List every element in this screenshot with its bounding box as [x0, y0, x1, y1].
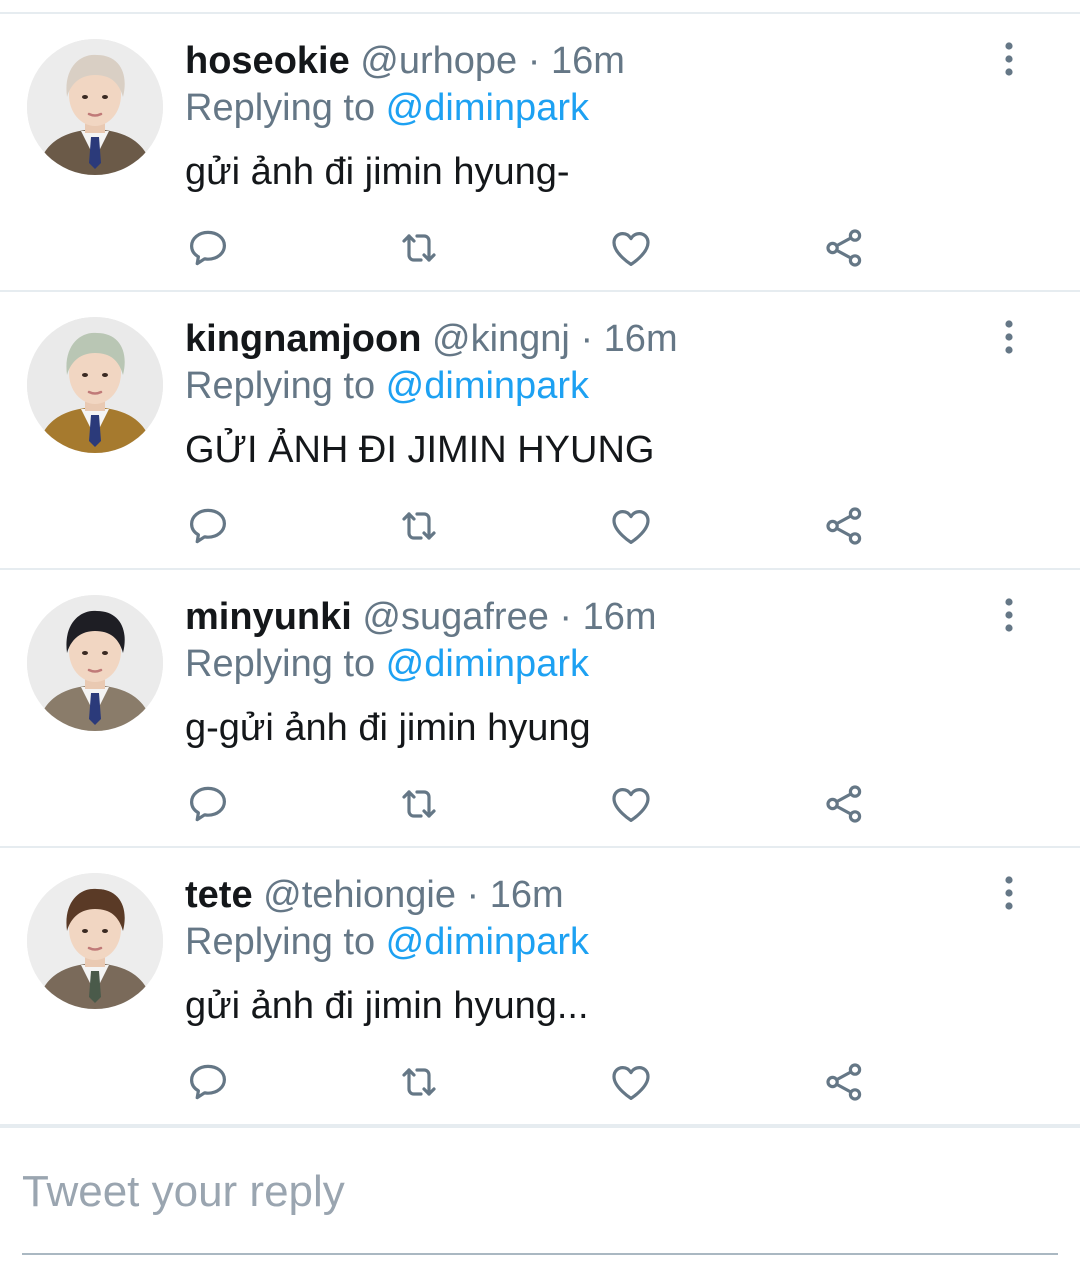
user-handle[interactable]: @sugafree — [362, 596, 548, 638]
display-name[interactable]: tete — [185, 874, 253, 916]
tweet-text: gửi ảnh đi jimin hyung- — [185, 151, 570, 193]
tweet-reply-input[interactable] — [22, 1164, 1058, 1220]
reply-button[interactable] — [184, 502, 232, 550]
retweet-button[interactable] — [395, 502, 443, 550]
tweet-timestamp: 16m — [582, 596, 657, 638]
more-vertical-icon — [1004, 319, 1014, 359]
avatar[interactable] — [27, 317, 163, 453]
separator-dot: · — [466, 874, 480, 916]
share-button[interactable] — [820, 502, 868, 550]
heart-icon — [607, 502, 655, 550]
reply-icon — [184, 780, 232, 828]
tweet-item[interactable]: hoseokie @urhope · 16m Replying to @dimi… — [0, 14, 1080, 292]
user-handle[interactable]: @tehiongie — [263, 874, 456, 916]
share-button[interactable] — [820, 224, 868, 272]
like-button[interactable] — [607, 780, 655, 828]
retweet-button[interactable] — [395, 224, 443, 272]
replying-to-line: Replying to @diminpark — [185, 87, 589, 129]
tweet-item[interactable]: tete @tehiongie · 16m Replying to @dimin… — [0, 848, 1080, 1126]
more-vertical-icon — [1004, 41, 1014, 81]
reply-icon — [184, 1058, 232, 1106]
avatar[interactable] — [27, 39, 163, 175]
retweet-button[interactable] — [395, 1058, 443, 1106]
separator-dot: · — [559, 596, 573, 638]
reply-button[interactable] — [184, 780, 232, 828]
replying-to-label: Replying to — [185, 643, 386, 685]
reply-composer — [0, 1126, 1080, 1261]
share-icon — [820, 780, 868, 828]
tweet-item[interactable]: minyunki @sugafree · 16m Replying to @di… — [0, 570, 1080, 848]
more-vertical-icon — [1004, 597, 1014, 637]
share-icon — [820, 224, 868, 272]
tweet-header: hoseokie @urhope · 16m — [185, 40, 625, 82]
display-name[interactable]: minyunki — [185, 596, 352, 638]
tweet-item[interactable]: kingnamjoon @kingnj · 16m Replying to @d… — [0, 292, 1080, 570]
more-options-button[interactable] — [990, 41, 1028, 81]
tweet-timestamp: 16m — [489, 874, 564, 916]
replying-to-mention[interactable]: @diminpark — [386, 921, 589, 963]
reply-icon — [184, 502, 232, 550]
reply-button[interactable] — [184, 1058, 232, 1106]
retweet-icon — [395, 1058, 443, 1106]
heart-icon — [607, 780, 655, 828]
tweet-text: gửi ảnh đi jimin hyung... — [185, 985, 589, 1027]
avatar[interactable] — [27, 873, 163, 1009]
reply-button[interactable] — [184, 224, 232, 272]
tweet-text: GỬI ẢNH ĐI JIMIN HYUNG — [185, 429, 655, 471]
separator-dot: · — [527, 40, 541, 82]
user-handle[interactable]: @urhope — [360, 40, 517, 82]
replying-to-line: Replying to @diminpark — [185, 365, 589, 407]
tweet-text: g-gửi ảnh đi jimin hyung — [185, 707, 591, 749]
avatar[interactable] — [27, 595, 163, 731]
retweet-icon — [395, 502, 443, 550]
like-button[interactable] — [607, 502, 655, 550]
replying-to-mention[interactable]: @diminpark — [386, 365, 589, 407]
retweet-button[interactable] — [395, 780, 443, 828]
user-handle[interactable]: @kingnj — [432, 318, 570, 360]
tweet-header: minyunki @sugafree · 16m — [185, 596, 657, 638]
display-name[interactable]: kingnamjoon — [185, 318, 421, 360]
like-button[interactable] — [607, 1058, 655, 1106]
replying-to-label: Replying to — [185, 921, 386, 963]
tweet-header: tete @tehiongie · 16m — [185, 874, 564, 916]
share-icon — [820, 502, 868, 550]
display-name[interactable]: hoseokie — [185, 40, 350, 82]
more-options-button[interactable] — [990, 597, 1028, 637]
separator-dot: · — [580, 318, 594, 360]
share-button[interactable] — [820, 1058, 868, 1106]
heart-icon — [607, 1058, 655, 1106]
heart-icon — [607, 224, 655, 272]
tweet-timestamp: 16m — [550, 40, 625, 82]
replying-to-mention[interactable]: @diminpark — [386, 643, 589, 685]
more-options-button[interactable] — [990, 875, 1028, 915]
like-button[interactable] — [607, 224, 655, 272]
reply-icon — [184, 224, 232, 272]
more-vertical-icon — [1004, 875, 1014, 915]
share-button[interactable] — [820, 780, 868, 828]
replying-to-mention[interactable]: @diminpark — [386, 87, 589, 129]
replying-to-line: Replying to @diminpark — [185, 921, 589, 963]
reply-input-underline — [22, 1253, 1058, 1255]
more-options-button[interactable] — [990, 319, 1028, 359]
retweet-icon — [395, 224, 443, 272]
share-icon — [820, 1058, 868, 1106]
tweet-timestamp: 16m — [603, 318, 678, 360]
retweet-icon — [395, 780, 443, 828]
replying-to-line: Replying to @diminpark — [185, 643, 589, 685]
replying-to-label: Replying to — [185, 87, 386, 129]
tweet-header: kingnamjoon @kingnj · 16m — [185, 318, 678, 360]
replying-to-label: Replying to — [185, 365, 386, 407]
